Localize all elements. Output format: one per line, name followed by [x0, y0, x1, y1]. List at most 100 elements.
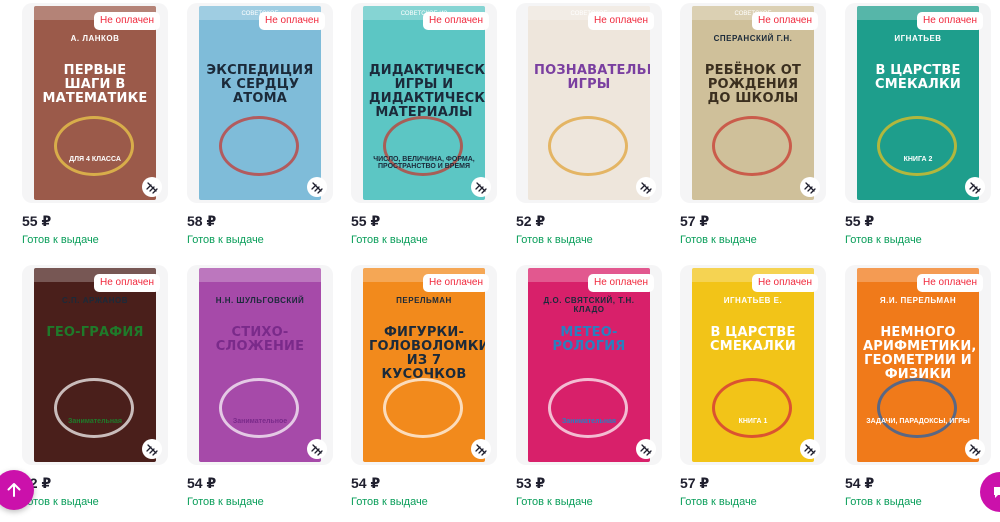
book-cover[interactable]: СОВЕТСКОЕ ИЗДидактические игры и дидакти… [363, 6, 485, 200]
book-cover[interactable]: СОВЕТСКОЕЭкспедиция к сердцу атома [199, 6, 321, 200]
payment-status-badge: Не оплачен [93, 12, 160, 30]
product-image-frame[interactable]: СОВЕТСКОЕПознавательные игрыНе оплачен [516, 3, 662, 203]
compare-button[interactable] [471, 177, 491, 197]
compare-button[interactable] [307, 439, 327, 459]
payment-status-badge: Не оплачен [587, 274, 654, 292]
product-image-frame[interactable]: Д.О. СВЯТСКИЙ, Т.Н. КЛАДО Метео-рология За… [516, 265, 662, 465]
compare-icon [969, 182, 981, 194]
product-image-frame[interactable]: ИГНАТЬЕВ Е. В царстве смекалки КНИГА 1 Не о… [680, 265, 826, 465]
compare-button[interactable] [636, 439, 656, 459]
availability-status: Готов к выдаче [187, 496, 264, 508]
cover-illustration [712, 378, 792, 438]
chat-icon [994, 487, 1000, 498]
cover-illustration [712, 116, 792, 176]
arrow-up-icon [7, 483, 21, 497]
cover-subtitle: Занимательное [232, 418, 288, 425]
product-price: 53 ₽ [516, 475, 546, 491]
compare-button[interactable] [307, 177, 327, 197]
product-grid: А. ЛАНКОВ Первые шаги в математике ДЛЯ 4 К… [0, 0, 1000, 522]
book-cover[interactable]: СОВЕТСКОЕСПЕРАНСКИЙ Г.Н.Ребёнок от рожде… [692, 6, 814, 200]
product-price: 58 ₽ [187, 213, 217, 229]
payment-status-badge: Не оплачен [916, 274, 983, 292]
availability-status: Готов к выдаче [22, 496, 99, 508]
compare-button[interactable] [800, 177, 820, 197]
cover-title: В царстве смекалки [710, 325, 796, 354]
product-price: 55 ₽ [351, 213, 381, 229]
compare-icon [640, 444, 652, 456]
cover-illustration [877, 116, 957, 176]
cover-author: Д.О. СВЯТСКИЙ, Т.Н. КЛАДО [543, 296, 635, 314]
product-image-frame[interactable]: Я.И. ПЕРЕЛЬМАН Немного арифметики, геомет… [845, 265, 991, 465]
product-image-frame[interactable]: ИГНАТЬЕВ В царстве смекалки КНИГА 2 Не опла… [845, 3, 991, 203]
compare-icon [146, 444, 158, 456]
compare-icon [311, 182, 323, 194]
book-cover[interactable]: Я.И. ПЕРЕЛЬМАН Немного арифметики, геомет… [857, 268, 979, 462]
product-image-frame[interactable]: СОВЕТСКОЕЭкспедиция к сердцу атомаНе опл… [187, 3, 333, 203]
cover-decoration [199, 268, 321, 282]
cover-title: Экспедиция к сердцу атома [206, 63, 314, 106]
book-cover[interactable]: СОВЕТСКОЕПознавательные игры [528, 6, 650, 200]
cover-title: Дидактические игры и дидактические матер… [369, 63, 485, 120]
book-cover[interactable]: ИГНАТЬЕВ Е. В царстве смекалки КНИГА 1 [692, 268, 814, 462]
payment-status-badge: Не оплачен [93, 274, 160, 292]
cover-author: ИГНАТЬЕВ Е. [723, 296, 783, 305]
cover-illustration [219, 116, 299, 176]
cover-subtitle: ДЛЯ 4 КЛАССА [69, 156, 121, 163]
cover-illustration [548, 378, 628, 438]
cover-title: Фигурки-головоломки из 7 кусочков [369, 325, 485, 382]
cover-author: А. ЛАНКОВ [70, 34, 120, 43]
compare-icon [804, 444, 816, 456]
cover-subtitle: Занимательная [67, 418, 123, 425]
product-image-frame[interactable]: А. ЛАНКОВ Первые шаги в математике ДЛЯ 4 К… [22, 3, 168, 203]
payment-status-badge: Не оплачен [916, 12, 983, 30]
book-cover[interactable]: Д.О. СВЯТСКИЙ, Т.Н. КЛАДО Метео-рология За… [528, 268, 650, 462]
cover-title: Метео-рология [552, 325, 626, 354]
payment-status-badge: Не оплачен [587, 12, 654, 30]
product-image-frame[interactable]: СОВЕТСКОЕ ИЗДидактические игры и дидакти… [351, 3, 497, 203]
cover-author: С.П. АРЖАНОВ [62, 296, 128, 305]
compare-button[interactable] [800, 439, 820, 459]
book-cover[interactable]: А. ЛАНКОВ Первые шаги в математике ДЛЯ 4 К… [34, 6, 156, 200]
product-image-frame[interactable]: ПЕРЕЛЬМАН Фигурки-головоломки из 7 кусочк… [351, 265, 497, 465]
payment-status-badge: Не оплачен [751, 274, 818, 292]
product-price: 54 ₽ [351, 475, 381, 491]
availability-status: Готов к выдаче [845, 496, 922, 508]
compare-button[interactable] [142, 177, 162, 197]
compare-icon [475, 182, 487, 194]
cover-author: СПЕРАНСКИЙ Г.Н. [713, 34, 793, 43]
book-cover[interactable]: С.П. АРЖАНОВ Гео-графия Занимательная [34, 268, 156, 462]
compare-icon [146, 182, 158, 194]
book-cover[interactable]: Н.Н. ШУЛЬГОВСКИЙ Стихо-сложение Заниматель… [199, 268, 321, 462]
compare-icon [969, 444, 981, 456]
product-price: 54 ₽ [187, 475, 217, 491]
compare-icon [804, 182, 816, 194]
cover-title: Стихо-сложение [215, 325, 305, 354]
cover-title: Познавательные игры [534, 63, 650, 92]
cover-illustration [54, 116, 134, 176]
compare-button[interactable] [965, 439, 985, 459]
compare-button[interactable] [636, 177, 656, 197]
cover-title: Ребёнок от рождения до школы [704, 63, 802, 106]
product-image-frame[interactable]: С.П. АРЖАНОВ Гео-графия Занимательная Не оп… [22, 265, 168, 465]
cover-author: ПЕРЕЛЬМАН [396, 296, 452, 305]
book-cover[interactable]: ИГНАТЬЕВ В царстве смекалки КНИГА 2 [857, 6, 979, 200]
book-cover[interactable]: ПЕРЕЛЬМАН Фигурки-головоломки из 7 кусочк… [363, 268, 485, 462]
product-image-frame[interactable]: СОВЕТСКОЕСПЕРАНСКИЙ Г.Н.Ребёнок от рожде… [680, 3, 826, 203]
compare-button[interactable] [965, 177, 985, 197]
cover-subtitle: ЗАДАЧИ, ПАРАДОКСЫ, ИГРЫ [866, 418, 970, 425]
product-price: 55 ₽ [845, 213, 875, 229]
payment-status-badge: Не оплачен [422, 274, 489, 292]
availability-status: Готов к выдаче [351, 496, 428, 508]
product-price: 52 ₽ [516, 213, 546, 229]
product-price: 54 ₽ [845, 475, 875, 491]
product-image-frame[interactable]: Н.Н. ШУЛЬГОВСКИЙ Стихо-сложение Заниматель… [187, 265, 333, 465]
compare-button[interactable] [142, 439, 162, 459]
product-price: 57 ₽ [680, 475, 710, 491]
compare-icon [475, 444, 487, 456]
cover-subtitle: КНИГА 1 [738, 418, 768, 425]
compare-button[interactable] [471, 439, 491, 459]
product-price: 55 ₽ [22, 213, 52, 229]
cover-illustration [548, 116, 628, 176]
cover-subtitle: ЧИСЛО, ВЕЛИЧИНА, ФОРМА, ПРОСТРАНСТВО И В… [373, 156, 475, 170]
cover-subtitle: Занимательная [561, 418, 617, 425]
